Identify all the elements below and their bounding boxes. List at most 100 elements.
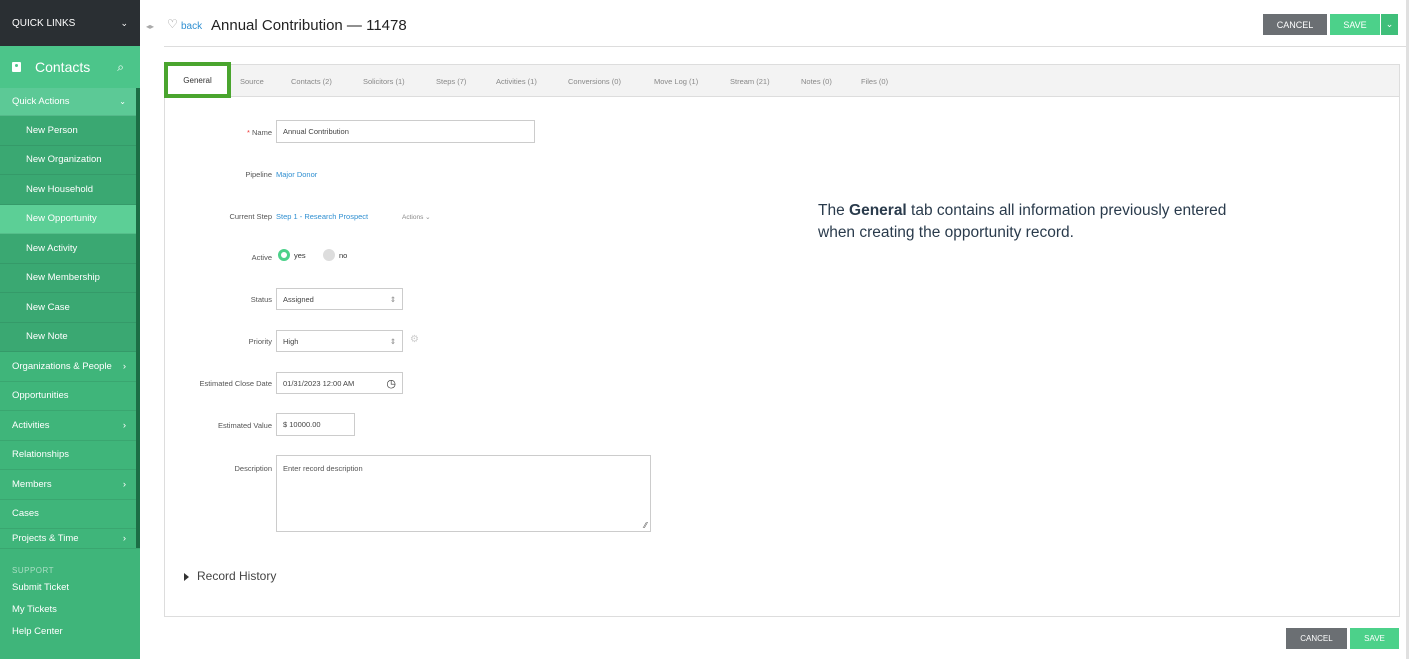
name-field[interactable]: Annual Contribution: [276, 120, 535, 143]
sidebar-item-relationships[interactable]: Relationships: [0, 441, 140, 470]
estimated-value-label: Estimated Value: [217, 421, 272, 430]
sidebar-item-label: New Household: [26, 183, 94, 195]
save-button[interactable]: SAVE: [1330, 14, 1380, 35]
submit-ticket-link[interactable]: Submit Ticket: [0, 577, 140, 599]
description-textarea[interactable]: Enter record description ⁄⁄: [276, 455, 651, 532]
resize-handle-icon[interactable]: ⁄⁄: [644, 521, 647, 530]
support-section: SUPPORT Submit Ticket My Tickets Help Ce…: [0, 560, 140, 643]
radio-unchecked-icon: [323, 249, 335, 261]
tab-conversions[interactable]: Conversions (0): [568, 77, 621, 86]
tab-steps[interactable]: Steps (7): [436, 77, 466, 86]
actions-dropdown[interactable]: Actions ⌄: [402, 213, 431, 221]
annotation-bold: General: [849, 202, 907, 219]
name-value: Annual Contribution: [283, 127, 349, 136]
record-history-toggle[interactable]: Record History: [184, 569, 276, 583]
sidebar-item-label: Opportunities: [12, 390, 69, 402]
radio-checked-icon: [278, 249, 290, 261]
page-title: Annual Contribution — 11478: [211, 17, 407, 34]
tab-source[interactable]: Source: [240, 77, 264, 86]
sidebar-sub-new-membership[interactable]: New Membership: [0, 263, 140, 293]
contacts-label: Contacts: [35, 59, 91, 75]
heart-icon[interactable]: ♡: [167, 17, 178, 31]
sidebar-scrollbar[interactable]: [136, 88, 140, 548]
active-yes-radio[interactable]: yes: [278, 249, 306, 261]
support-heading: SUPPORT: [12, 566, 55, 575]
my-tickets-link[interactable]: My Tickets: [0, 599, 140, 621]
divider: [164, 46, 1408, 47]
tab-general[interactable]: General: [164, 62, 231, 98]
tab-stream[interactable]: Stream (21): [730, 77, 770, 86]
pipeline-link[interactable]: Major Donor: [276, 170, 317, 179]
sidebar-item-label: New Activity: [26, 242, 78, 254]
tab-activities[interactable]: Activities (1): [496, 77, 537, 86]
status-value: Assigned: [283, 294, 314, 304]
tab-bar: General Source Contacts (2) Solicitors (…: [164, 62, 1399, 98]
sidebar: QUICK LINKS ⌄ Contacts ⌕ Quick Actions ⌄…: [0, 0, 140, 659]
sidebar-item-activities[interactable]: Activities ›: [0, 411, 140, 441]
sidebar-item-label: Projects & Time: [12, 533, 79, 544]
sidebar-item-quick-actions[interactable]: Quick Actions ⌄: [0, 88, 140, 116]
sidebar-item-label: New Note: [26, 331, 68, 343]
footer-save-button[interactable]: SAVE: [1350, 628, 1399, 649]
sidebar-item-label: Relationships: [12, 449, 70, 461]
sidebar-sub-new-activity[interactable]: New Activity: [0, 234, 140, 264]
search-icon[interactable]: ⌕: [117, 60, 124, 75]
footer-cancel-button[interactable]: CANCEL: [1286, 628, 1347, 649]
tab-move-log[interactable]: Move Log (1): [654, 77, 698, 86]
sidebar-item-members[interactable]: Members ›: [0, 470, 140, 500]
record-history-label: Record History: [197, 569, 277, 583]
clock-icon[interactable]: ◷: [386, 377, 396, 390]
sidebar-item-opportunities[interactable]: Opportunities: [0, 382, 140, 411]
sidebar-sub-new-household[interactable]: New Household: [0, 175, 140, 205]
sidebar-item-label: Cases: [12, 508, 39, 520]
save-options-dropdown[interactable]: ⌄: [1381, 14, 1398, 35]
sidebar-item-label: Quick Actions: [12, 96, 70, 107]
priority-select[interactable]: High ⇕: [276, 330, 403, 352]
estimated-value-field[interactable]: $ 10000.00: [276, 413, 355, 436]
sidebar-item-organizations-people[interactable]: Organizations & People ›: [0, 352, 140, 382]
contacts-module-header[interactable]: Contacts ⌕: [0, 46, 140, 88]
sidebar-item-projects-time[interactable]: Projects & Time ›: [0, 529, 140, 549]
contacts-icon: [12, 62, 21, 72]
sidebar-item-label: Organizations & People: [12, 360, 112, 372]
tab-solicitors[interactable]: Solicitors (1): [363, 77, 405, 86]
sidebar-item-label: New Case: [26, 301, 70, 313]
priority-value: High: [283, 336, 299, 346]
close-date-field[interactable]: 01/31/2023 12:00 AM ◷: [276, 372, 403, 394]
close-date-label: Estimated Close Date: [199, 379, 272, 388]
sidebar-item-label: Members: [12, 478, 52, 490]
tab-files[interactable]: Files (0): [861, 77, 888, 86]
sidebar-item-label: Activities: [12, 419, 50, 431]
active-label: Active: [251, 253, 272, 262]
current-step-link[interactable]: Step 1 - Research Prospect: [276, 212, 368, 221]
sidebar-sub-new-note[interactable]: New Note: [0, 322, 140, 352]
priority-label: Priority: [248, 337, 272, 346]
sidebar-sub-new-case[interactable]: New Case: [0, 293, 140, 323]
cancel-button[interactable]: CANCEL: [1263, 14, 1327, 35]
expand-arrows-icon[interactable]: ◂▸: [146, 22, 154, 31]
active-no-radio[interactable]: no: [323, 249, 347, 261]
sidebar-item-cases[interactable]: Cases: [0, 500, 140, 529]
sidebar-item-label: New Organization: [26, 154, 102, 166]
annotation-text: The: [818, 202, 850, 219]
help-center-link[interactable]: Help Center: [0, 621, 140, 643]
back-link[interactable]: back: [181, 21, 202, 32]
status-select[interactable]: Assigned ⇕: [276, 288, 403, 310]
record-header: ◂▸ ♡ back Annual Contribution — 11478: [140, 0, 1409, 48]
sidebar-sub-new-opportunity[interactable]: New Opportunity: [0, 204, 140, 234]
radio-label: yes: [294, 250, 306, 260]
tab-notes[interactable]: Notes (0): [801, 77, 832, 86]
sidebar-sub-new-organization[interactable]: New Organization: [0, 145, 140, 175]
sidebar-item-label: New Membership: [26, 272, 100, 284]
gears-icon[interactable]: ⚙: [410, 334, 419, 345]
current-step-label: Current Step: [229, 212, 272, 221]
chevron-down-icon: ⌄: [119, 97, 126, 106]
tab-contacts[interactable]: Contacts (2): [291, 77, 332, 86]
select-arrows-icon: ⇕: [389, 336, 396, 346]
sidebar-sub-new-person[interactable]: New Person: [0, 116, 140, 146]
estimated-value-value: $ 10000.00: [283, 420, 321, 429]
quick-links-toggle[interactable]: QUICK LINKS ⌄: [0, 0, 140, 46]
pipeline-label: Pipeline: [245, 170, 272, 179]
caret-right-icon: [184, 572, 189, 581]
status-label: Status: [250, 295, 272, 304]
